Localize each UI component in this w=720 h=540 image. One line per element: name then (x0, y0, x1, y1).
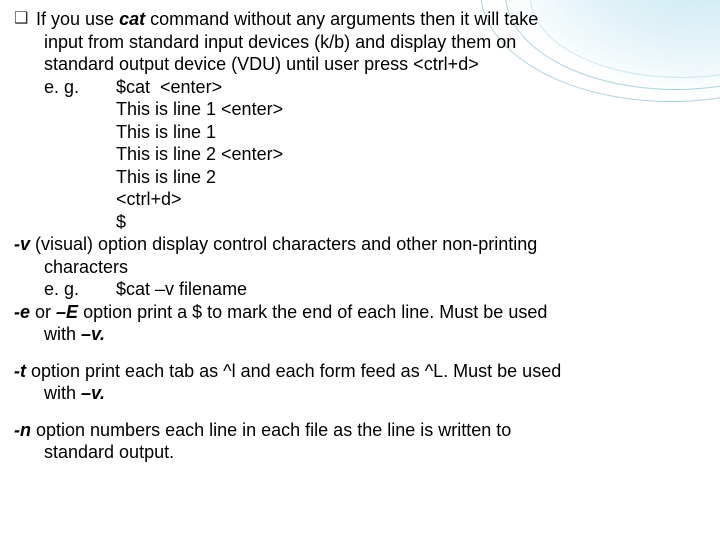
opt-t-vflag: –v. (81, 383, 105, 403)
flag-E: –E (56, 302, 78, 322)
bullet-cat-intro: ❑ If you use cat command without any arg… (14, 8, 702, 346)
intro-text-2: command without any arguments then it wi… (145, 9, 538, 29)
opt-v: -v (visual) option display control chara… (14, 233, 702, 256)
opt-n: -n option numbers each line in each file… (14, 419, 702, 464)
slide-content: ❑ If you use cat command without any arg… (14, 8, 702, 464)
opt-n-text-1: option numbers each line in each file as… (31, 420, 511, 440)
flag-t: -t (14, 361, 26, 381)
eg-line-6: $ (116, 211, 702, 234)
intro-line-3: standard output device (VDU) until user … (14, 53, 702, 76)
eg-label-v: e. g. (44, 278, 102, 301)
opt-n-line-2: standard output. (14, 441, 702, 464)
opt-e: -e or –E option print a $ to mark the en… (14, 301, 702, 324)
eg-line-0: $cat <enter> (116, 76, 702, 99)
eg-line-2: This is line 1 (116, 121, 702, 144)
flag-v: -v (14, 234, 30, 254)
opt-e-vflag: –v. (81, 324, 105, 344)
intro-line-1: If you use cat command without any argum… (36, 8, 702, 31)
cmd-cat: cat (119, 9, 145, 29)
opt-e-with: with (44, 324, 81, 344)
eg-label: e. g. (44, 76, 102, 234)
opt-e-line-2: with –v. (14, 323, 702, 346)
eg-cmd-v: $cat –v filename (116, 278, 702, 301)
intro-line-2: input from standard input devices (k/b) … (14, 31, 702, 54)
eg-line-1: This is line 1 <enter> (116, 98, 702, 121)
opt-t-line-2: with –v. (14, 382, 702, 405)
opt-e-mid: or (30, 302, 56, 322)
intro-text-1: If you use (36, 9, 119, 29)
opt-e-text-1: option print a $ to mark the end of each… (78, 302, 547, 322)
flag-n: -n (14, 420, 31, 440)
bullet-icon: ❑ (14, 8, 36, 31)
opt-t: -t option print each tab as ^l and each … (14, 360, 702, 405)
flag-e: -e (14, 302, 30, 322)
eg-line-4: This is line 2 (116, 166, 702, 189)
opt-v-text-1: (visual) option display control characte… (30, 234, 537, 254)
opt-t-text-1: option print each tab as ^l and each for… (26, 361, 561, 381)
eg-line-5: <ctrl+d> (116, 188, 702, 211)
opt-t-with: with (44, 383, 81, 403)
eg-line-3: This is line 2 <enter> (116, 143, 702, 166)
opt-v-line-2: characters (14, 256, 702, 279)
